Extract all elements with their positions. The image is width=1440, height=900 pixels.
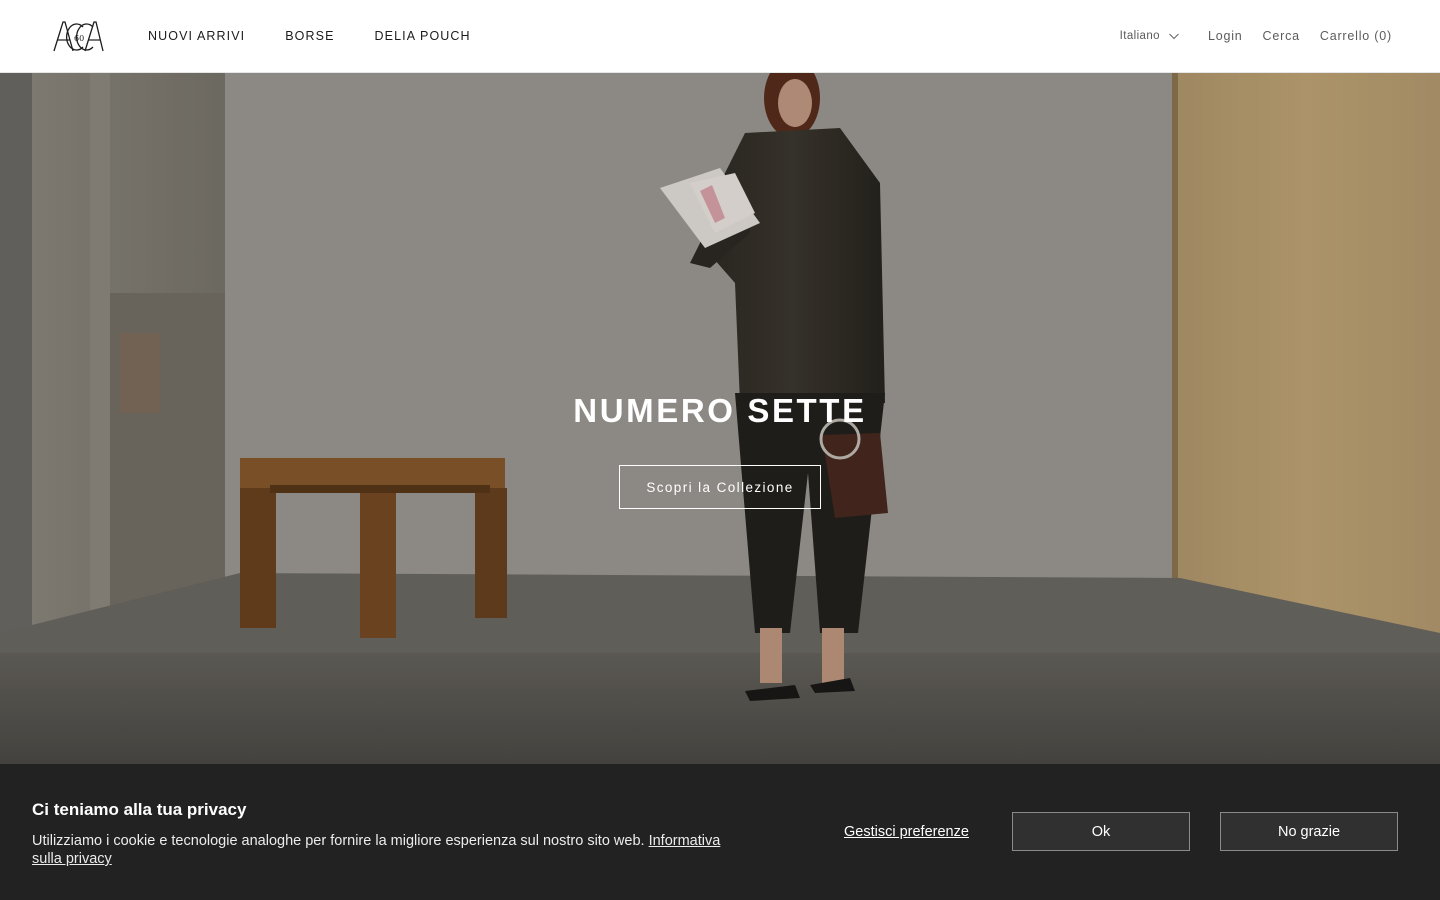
main-nav: NUOVI ARRIVI BORSE DELIA POUCH — [148, 28, 511, 44]
cookie-description-text: Utilizziamo i cookie e tecnologie analog… — [32, 833, 645, 849]
site-header: 60 NUOVI ARRIVI BORSE DELIA POUCH Italia… — [0, 0, 1440, 73]
cart-link[interactable]: Carrello (0) — [1320, 28, 1392, 44]
nav-item-bags[interactable]: BORSE — [285, 28, 334, 44]
brand-logo[interactable]: 60 — [52, 19, 104, 53]
discover-collection-button[interactable]: Scopri la Collezione — [619, 465, 821, 509]
nav-item-delia-pouch[interactable]: DELIA POUCH — [375, 28, 471, 44]
chevron-down-icon — [1169, 33, 1179, 40]
utility-nav: Italiano Login Cerca Carrello (0) — [1120, 28, 1392, 44]
brand-logo-mark: 60 — [53, 21, 104, 52]
language-selected-label: Italiano — [1119, 30, 1160, 42]
hero-banner: NUMERO SETTE Scopri la Collezione — [0, 73, 1440, 764]
decline-cookies-button[interactable]: No grazie — [1220, 812, 1398, 851]
language-selector[interactable]: Italiano — [1120, 28, 1180, 44]
cookie-title: Ci teniamo alla tua privacy — [32, 800, 247, 819]
cookie-consent-banner: Ci teniamo alla tua privacy Utilizziamo … — [0, 764, 1440, 900]
nav-item-new-arrivals[interactable]: NUOVI ARRIVI — [148, 28, 245, 44]
login-link[interactable]: Login — [1208, 28, 1243, 44]
search-link[interactable]: Cerca — [1263, 28, 1300, 44]
logo-60-text: 60 — [74, 34, 84, 43]
hero-title: NUMERO SETTE — [573, 392, 867, 429]
manage-preferences-link[interactable]: Gestisci preferenze — [844, 823, 969, 841]
cookie-description: Utilizziamo i cookie e tecnologie analog… — [32, 832, 752, 868]
accept-cookies-button[interactable]: Ok — [1012, 812, 1190, 851]
